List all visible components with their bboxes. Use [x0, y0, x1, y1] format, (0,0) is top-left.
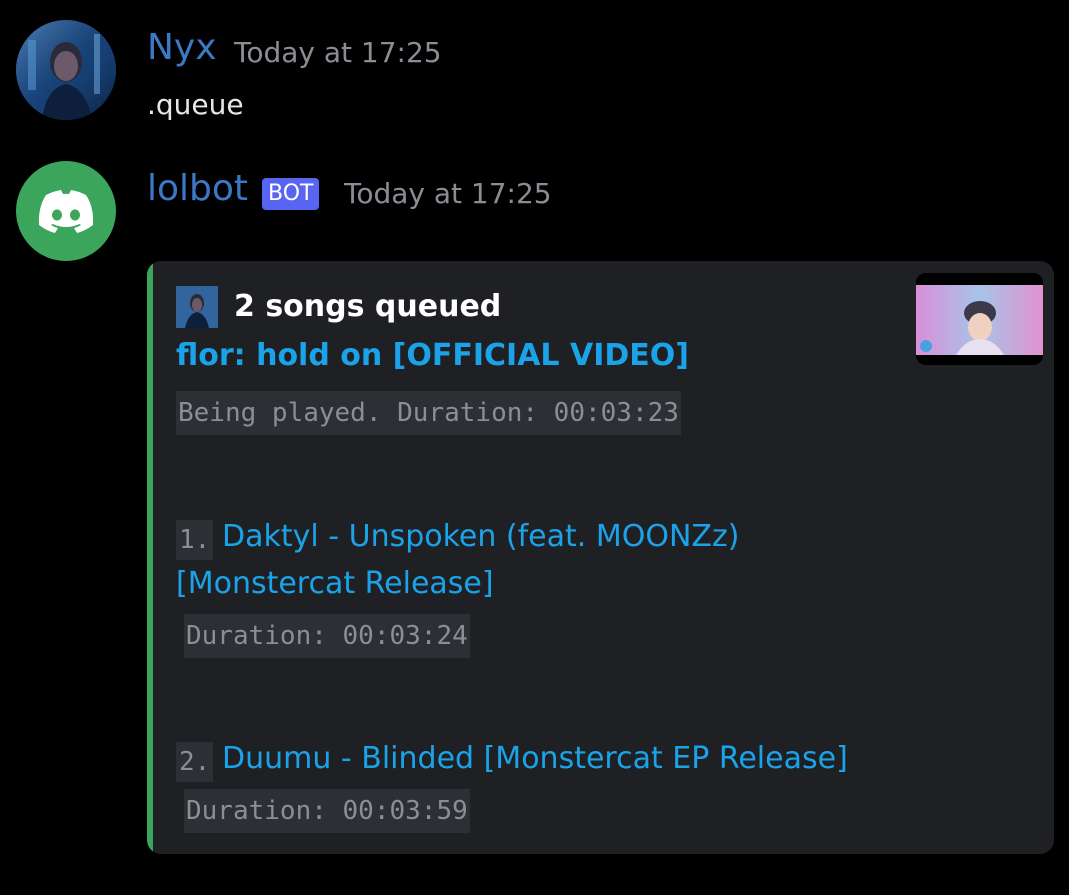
message-author[interactable]: lolbot [147, 168, 248, 209]
bot-badge: BOT [262, 178, 320, 210]
embed-accent-bar [147, 261, 153, 854]
now-playing-status: Being played. Duration: 00:03:23 [176, 391, 681, 435]
message-timestamp: Today at 17:25 [234, 36, 442, 69]
queue-item-link[interactable]: Duumu - Blinded [Monstercat EP Release] [222, 741, 848, 776]
queue-item-link-continued[interactable]: [Monstercat Release] [176, 566, 494, 601]
message-author[interactable]: Nyx [147, 27, 217, 68]
discord-logo-icon [38, 190, 94, 233]
video-thumbnail[interactable] [916, 273, 1043, 365]
message-timestamp: Today at 17:25 [344, 177, 552, 210]
message-text: .queue [147, 88, 244, 121]
queue-index: 1. [176, 520, 214, 560]
queue-index: 2. [176, 742, 214, 782]
queue-item-link[interactable]: Daktyl - Unspoken (feat. MOONZz) [222, 519, 739, 554]
user-avatar[interactable] [16, 20, 116, 120]
now-playing-link[interactable]: flor: hold on [OFFICIAL VIDEO] [176, 338, 689, 373]
embed-author-icon [176, 286, 218, 328]
queue-embed: 2 songs queued flor: hold on [OFFICIAL V… [147, 261, 1054, 854]
embed-title: 2 songs queued [234, 289, 502, 324]
queue-item-duration: Duration: 00:03:24 [184, 614, 470, 658]
bot-avatar[interactable] [16, 161, 116, 261]
user-avatar-image [16, 20, 116, 120]
queue-item-duration: Duration: 00:03:59 [184, 789, 470, 833]
